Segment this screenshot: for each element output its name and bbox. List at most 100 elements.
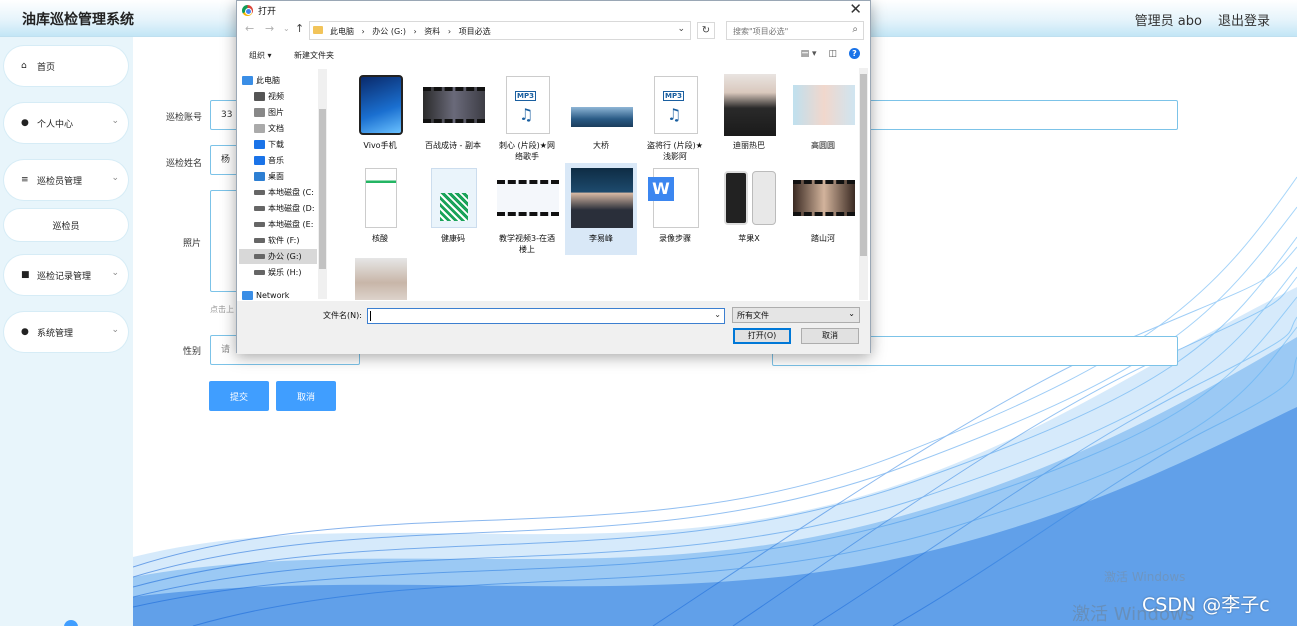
file-name: 踏山河 — [811, 234, 835, 243]
video-thumbnail — [497, 167, 559, 229]
tree-item-downloads[interactable]: 下载 — [254, 137, 327, 152]
file-item[interactable]: 苹果X — [713, 163, 785, 255]
file-list-scrollbar[interactable] — [859, 68, 868, 300]
tree-scrollbar[interactable] — [318, 69, 327, 299]
network-icon — [242, 291, 253, 300]
dialog-cancel-button[interactable]: 取消 — [801, 328, 859, 344]
tree-item-music[interactable]: 音乐 — [254, 153, 327, 168]
tree-item-desktop[interactable]: 桌面 — [254, 169, 327, 184]
filename-input[interactable]: ⌄ — [367, 308, 725, 324]
back-icon[interactable]: ← — [245, 22, 254, 35]
tree-item-drive-d[interactable]: 本地磁盘 (D: — [254, 201, 327, 216]
music-icon — [254, 156, 265, 165]
scrollbar-thumb[interactable] — [860, 74, 867, 256]
file-name: 录像步骤 — [659, 234, 691, 243]
cancel-button[interactable]: 取消 — [276, 381, 336, 411]
iphone-image — [719, 167, 781, 229]
sidebar-item-records[interactable]: ■ 巡检记录管理 ⌄ — [4, 255, 128, 295]
tree-item-documents[interactable]: 文档 — [254, 121, 327, 136]
sidebar-item-system[interactable]: ● 系统管理 ⌄ — [4, 312, 128, 352]
file-item[interactable]: 迪丽热巴 — [713, 70, 785, 162]
sidebar-subitem-inspector[interactable]: 巡检员 — [4, 209, 128, 241]
file-name: 核酸 — [372, 234, 388, 243]
file-item[interactable] — [344, 254, 416, 300]
tree-item-drive-e[interactable]: 本地磁盘 (E: — [254, 217, 327, 232]
search-input[interactable]: 搜索"项目必选" ⌕ — [726, 21, 864, 40]
file-item[interactable]: 教学视频3-在酒 楼上 — [491, 163, 563, 255]
tree-item-pictures[interactable]: 图片 — [254, 105, 327, 120]
file-name: 迪丽热巴 — [733, 141, 765, 150]
breadcrumb-item[interactable]: 办公 (G:) — [372, 27, 406, 36]
screenshot-image — [350, 167, 412, 229]
sidebar-item-label: 个人中心 — [37, 119, 74, 130]
name-label: 巡检姓名 — [165, 159, 202, 169]
breadcrumb-item[interactable]: 项目必选 — [459, 27, 491, 36]
file-list: Vivo手机 百战成诗 - 副本 MP3 ♫ 刺心 (片段)★网 络歌手 大桥 M… — [338, 68, 858, 300]
download-icon — [254, 140, 265, 149]
organize-button[interactable]: 组织 ▾ — [249, 50, 272, 61]
sidebar-item-inspector-management[interactable]: ≡ 巡检员管理 ⌄ — [4, 160, 128, 200]
tree-item-this-pc[interactable]: 此电脑 — [242, 73, 322, 88]
picture-icon — [254, 108, 265, 117]
chrome-icon — [242, 5, 253, 16]
tree-item-label: Network — [256, 291, 290, 300]
wps-document-icon: W — [645, 167, 707, 229]
help-icon[interactable]: ? — [849, 48, 860, 59]
file-item[interactable]: 踏山河 — [787, 163, 858, 255]
drive-icon — [254, 254, 265, 259]
tree-item-drive-c[interactable]: 本地磁盘 (C: — [254, 185, 327, 200]
text-caret — [370, 311, 371, 321]
tree-item-label: 文档 — [268, 124, 284, 133]
logout-link[interactable]: 退出登录 — [1218, 10, 1270, 29]
file-item[interactable]: 高圆圆 — [787, 70, 858, 162]
user-icon: ● — [21, 327, 29, 337]
tree-item-label: 下载 — [268, 140, 284, 149]
sidebar-item-label: 巡检员管理 — [37, 176, 83, 187]
file-type-select[interactable]: 所有文件 ⌄ — [732, 307, 860, 323]
tree-item-network[interactable]: Network — [242, 288, 322, 300]
tree-item-drive-g[interactable]: 办公 (G:) — [239, 249, 317, 264]
scrollbar-thumb[interactable] — [319, 109, 326, 269]
close-icon[interactable]: ✕ — [849, 0, 862, 18]
portrait-image — [350, 258, 412, 300]
file-item[interactable]: W 录像步骤 — [639, 163, 711, 255]
computer-icon — [242, 76, 253, 85]
photo-hint: 点击上 — [210, 305, 234, 314]
user-area: 管理员 abo 退出登录 — [1135, 10, 1270, 29]
sidebar-item-label: 巡检记录管理 — [37, 271, 92, 282]
refresh-icon[interactable]: ↻ — [697, 22, 715, 39]
forward-icon[interactable]: → — [265, 22, 274, 35]
preview-pane-icon[interactable]: ◫ — [828, 49, 837, 59]
open-button[interactable]: 打开(O) — [733, 328, 791, 344]
sidebar-item-profile[interactable]: ● 个人中心 ⌄ — [4, 103, 128, 143]
tree-item-drive-f[interactable]: 软件 (F:) — [254, 233, 327, 248]
file-item-selected[interactable]: 李易峰 — [565, 163, 637, 255]
submit-button[interactable]: 提交 — [209, 381, 269, 411]
breadcrumb-item[interactable]: 此电脑 — [330, 27, 354, 36]
file-item[interactable]: 百战成诗 - 副本 — [417, 70, 489, 162]
view-mode-icon[interactable]: ▤ ▾ — [801, 49, 817, 59]
file-item[interactable]: MP3 ♫ 刺心 (片段)★网 络歌手 — [491, 70, 563, 162]
document-icon — [254, 124, 265, 133]
drive-icon — [254, 238, 265, 243]
sidebar-item-home[interactable]: ⌂ 首页 — [4, 46, 128, 86]
sidebar-item-label: 系统管理 — [37, 328, 74, 339]
new-folder-button[interactable]: 新建文件夹 — [294, 50, 334, 61]
file-open-dialog: 打开 ✕ ← → ⌄ ↑ 此电脑 › 办公 (G:) › 资料 › 项目必选 ⌄… — [236, 0, 871, 354]
breadcrumb-item[interactable]: 资料 — [424, 27, 440, 36]
address-bar[interactable]: 此电脑 › 办公 (G:) › 资料 › 项目必选 ⌄ — [309, 21, 691, 40]
file-item[interactable]: 大桥 — [565, 70, 637, 162]
up-icon[interactable]: ↑ — [295, 22, 304, 35]
file-item[interactable]: Vivo手机 — [344, 70, 416, 162]
chevron-down-icon[interactable]: ⌄ — [714, 310, 721, 319]
tree-item-videos[interactable]: 视频 — [254, 89, 327, 104]
breadcrumb: 此电脑 › 办公 (G:) › 资料 › 项目必选 — [330, 26, 496, 37]
chevron-down-icon[interactable]: ⌄ — [677, 24, 685, 34]
drive-icon — [254, 206, 265, 211]
recent-dropdown-icon[interactable]: ⌄ — [283, 24, 290, 33]
file-item[interactable]: MP3 ♫ 盗将行 (片段)★ 浅影阿 — [639, 70, 711, 162]
bridge-image — [571, 74, 633, 136]
file-item[interactable]: 核酸 — [344, 163, 416, 255]
tree-item-drive-h[interactable]: 娱乐 (H:) — [254, 265, 327, 280]
file-item[interactable]: 健康码 — [417, 163, 489, 255]
